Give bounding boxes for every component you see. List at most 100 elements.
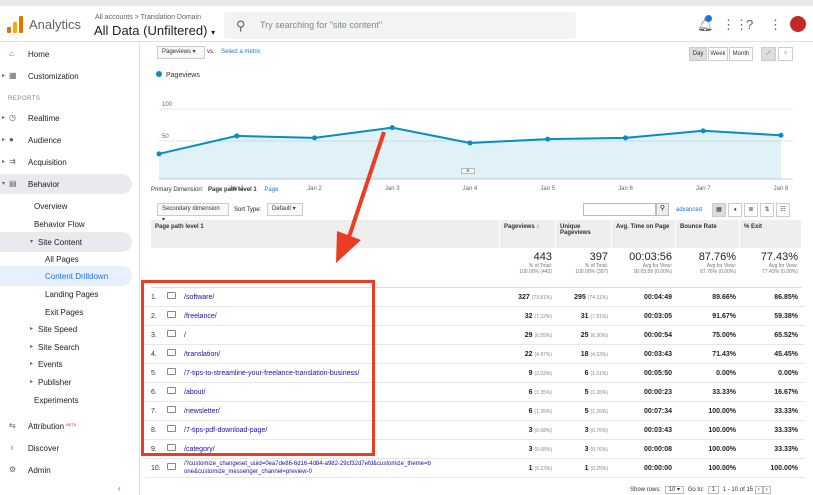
- data-point[interactable]: [700, 128, 706, 134]
- total-bounce-rate: 87.76% Avg for View: 87.76% (0.00%): [676, 248, 740, 288]
- account-breadcrumb[interactable]: All accounts > Translation Domain: [95, 14, 201, 21]
- cell-pv: 22 (4.97%): [500, 351, 552, 358]
- reports-heading: REPORTS: [8, 96, 41, 102]
- goto-input[interactable]: 1: [707, 486, 720, 494]
- comparison-view-icon[interactable]: ⇅: [760, 203, 774, 217]
- day-button[interactable]: Day: [689, 47, 707, 61]
- table-row[interactable]: 10. /?customize_changeset_uuid=0ea7de86-6…: [145, 459, 805, 478]
- sidebar-label: Publisher: [38, 378, 72, 387]
- page-path-link[interactable]: /?customize_changeset_uuid=0ea7de86-6d16…: [184, 460, 434, 476]
- search-icon[interactable]: ⚲: [656, 203, 669, 216]
- chevron-down-icon: ▾: [211, 28, 216, 37]
- metric-selector[interactable]: Pageviews ▾: [157, 46, 205, 59]
- rows-select[interactable]: 10 ▾: [664, 486, 685, 494]
- sidebar-item-customization[interactable]: ▸ ▦ Customization: [0, 66, 140, 86]
- acquisition-icon: ⇉: [9, 157, 16, 166]
- search-input[interactable]: ⚲ Try searching for "site content": [224, 12, 576, 39]
- collapse-chevron-icon[interactable]: ‹: [118, 484, 121, 493]
- cell-percent: (7.22%): [534, 314, 552, 320]
- col-header-exit[interactable]: % Exit: [740, 220, 802, 248]
- sidebar-item-landing-pages[interactable]: Landing Pages: [0, 284, 140, 304]
- folder-icon[interactable]: [167, 463, 176, 470]
- select-metric-link[interactable]: Select a metric: [221, 49, 261, 55]
- data-point[interactable]: [545, 136, 551, 142]
- cell-value: 100.00%: [770, 465, 798, 472]
- table-view-icon[interactable]: ▦: [712, 203, 726, 217]
- sidebar-item-publisher[interactable]: ▸ Publisher: [0, 372, 140, 392]
- secondary-dimension-select[interactable]: Secondary dimension ▾: [157, 203, 229, 223]
- sidebar-item-admin[interactable]: ⚙ Admin: [0, 460, 140, 480]
- chevron-right-icon: ▸: [30, 344, 34, 350]
- help-icon[interactable]: ?: [746, 17, 753, 32]
- month-button[interactable]: Month: [729, 47, 753, 61]
- data-point[interactable]: [778, 132, 784, 138]
- prev-page-icon[interactable]: ‹: [754, 486, 763, 494]
- col-header-unique-pageviews[interactable]: Unique Pageviews: [556, 220, 612, 248]
- sidebar-item-home[interactable]: ⌂ Home: [0, 44, 140, 64]
- cell-exit: 33.33%: [740, 446, 798, 453]
- week-button[interactable]: Week: [708, 47, 728, 61]
- data-point[interactable]: [623, 135, 628, 141]
- pie-view-icon[interactable]: ◕: [728, 203, 742, 217]
- sidebar-item-audience[interactable]: ▸ ● Audience: [0, 130, 140, 150]
- more-vert-icon[interactable]: ⋮: [769, 17, 782, 33]
- line-chart-icon[interactable]: ⟋: [761, 47, 776, 61]
- term-cloud-view-icon[interactable]: ☷: [776, 203, 790, 217]
- chevron-right-icon: ▸: [2, 159, 6, 165]
- primary-dimension-current[interactable]: Page path level 1: [208, 187, 257, 193]
- cell-value: 00:03:43: [643, 427, 672, 434]
- sidebar-item-experiments[interactable]: Experiments: [0, 390, 140, 410]
- view-selector[interactable]: All Data (Unfiltered) ▾: [94, 23, 215, 38]
- data-point[interactable]: [312, 135, 317, 141]
- sidebar-item-behavior[interactable]: ▾ ▤ Behavior: [0, 174, 132, 194]
- col-header-page-path[interactable]: Page path level 1: [151, 220, 500, 248]
- sidebar-item-realtime[interactable]: ▸ ◷ Realtime: [0, 108, 140, 128]
- data-point[interactable]: [467, 140, 473, 146]
- table-search-input[interactable]: [583, 203, 656, 216]
- cell-value: 1: [584, 465, 589, 472]
- row-number: 10.: [151, 465, 161, 472]
- sort-type-select[interactable]: Default ▾: [267, 203, 303, 216]
- data-point[interactable]: [156, 151, 162, 157]
- cell-value: 16.67%: [774, 389, 798, 396]
- cell-value: 3: [584, 446, 589, 453]
- cell-percent: (0.68%): [534, 428, 552, 434]
- cell-value: 00:04:49: [643, 294, 672, 301]
- legend-label: Pageviews: [166, 72, 200, 79]
- data-point[interactable]: [389, 125, 395, 131]
- data-point[interactable]: [234, 133, 240, 139]
- cell-upv: 5 (1.26%): [556, 408, 608, 415]
- cell-exit: 100.00%: [740, 465, 798, 472]
- analytics-logo-icon[interactable]: [6, 15, 24, 33]
- cell-exit: 65.52%: [740, 332, 798, 339]
- sidebar-item-acquisition[interactable]: ▸ ⇉ Acquisition: [0, 152, 140, 172]
- col-header-pageviews[interactable]: Pageviews ↓: [500, 220, 556, 248]
- cell-value: 00:00:00: [643, 465, 672, 472]
- attribution-icon: ⇆: [9, 421, 16, 430]
- app-name[interactable]: Analytics: [29, 17, 81, 32]
- chart-resize-handle[interactable]: ≡: [461, 168, 475, 174]
- cell-value: 6: [528, 408, 533, 415]
- col-header-avg-time[interactable]: Avg. Time on Page: [612, 220, 676, 248]
- sidebar-item-discover[interactable]: ♁ Discover: [0, 438, 140, 458]
- cell-bounce: 100.00%: [676, 465, 736, 472]
- sidebar-item-site-speed[interactable]: ▸ Site Speed: [0, 319, 140, 339]
- sidebar-item-behavior-flow[interactable]: Behavior Flow: [0, 214, 140, 234]
- col-header-bounce-rate[interactable]: Bounce Rate: [676, 220, 740, 248]
- apps-grid-icon[interactable]: ⋮⋮: [722, 17, 748, 33]
- cell-bounce: 91.67%: [676, 313, 736, 320]
- sidebar-item-content-drilldown[interactable]: Content Drilldown: [0, 266, 132, 286]
- dimension-page-link[interactable]: Page: [264, 187, 278, 193]
- cell-value: 9: [528, 370, 533, 377]
- sidebar-label: Realtime: [28, 114, 60, 123]
- cell-value: 100.00%: [708, 427, 736, 434]
- next-page-icon[interactable]: ›: [762, 486, 771, 494]
- avatar[interactable]: [790, 16, 806, 32]
- sidebar-item-overview[interactable]: Overview: [0, 196, 140, 216]
- performance-view-icon[interactable]: ≣: [744, 203, 758, 217]
- cell-value: 3: [528, 427, 533, 434]
- advanced-filter-link[interactable]: advanced: [676, 207, 702, 213]
- sidebar-item-events[interactable]: ▸ Events: [0, 354, 140, 374]
- motion-chart-icon[interactable]: ⁘: [778, 47, 793, 61]
- sidebar-item-attribution[interactable]: ⇆ Attribution BETA: [0, 416, 140, 436]
